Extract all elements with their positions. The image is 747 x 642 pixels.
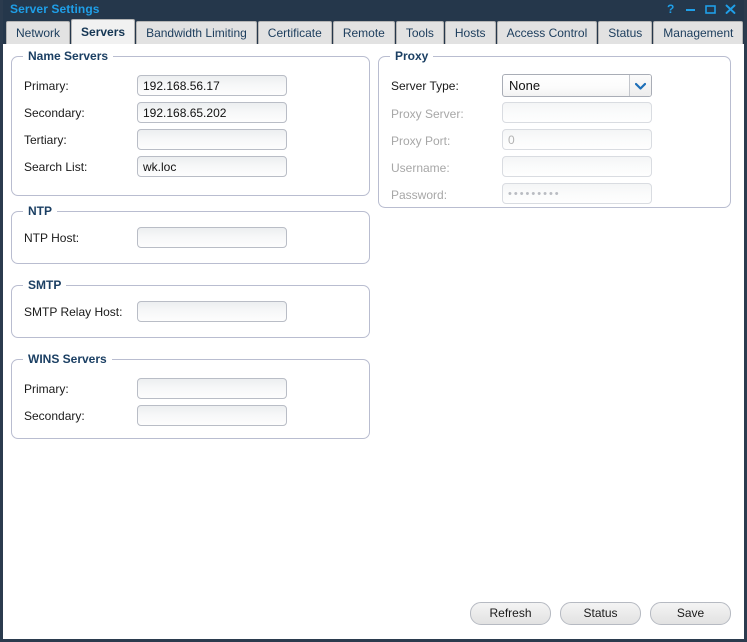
name-servers-tertiary-label: Tertiary:	[24, 133, 67, 147]
settings-content: Name Servers Primary: Secondary: Tertiar…	[3, 44, 744, 636]
help-icon[interactable]: ?	[665, 3, 676, 15]
window-controls: ?	[665, 3, 738, 15]
status-button[interactable]: Status	[560, 602, 641, 625]
tab-bar: Network Servers Bandwidth Limiting Certi…	[3, 18, 744, 44]
smtp-relay-host-row: SMTP Relay Host:	[24, 301, 122, 322]
wins-primary-label: Primary:	[24, 382, 69, 396]
smtp-panel: SMTP SMTP Relay Host:	[11, 285, 370, 338]
tab-certificate[interactable]: Certificate	[258, 21, 332, 44]
proxy-port-input[interactable]	[502, 129, 652, 150]
tab-status[interactable]: Status	[598, 21, 652, 44]
ntp-host-row: NTP Host:	[24, 227, 79, 248]
name-servers-legend: Name Servers	[23, 49, 113, 63]
proxy-server-input[interactable]	[502, 102, 652, 123]
smtp-relay-host-label: SMTP Relay Host:	[24, 305, 122, 319]
wins-secondary-input[interactable]	[137, 405, 287, 426]
proxy-port-label: Proxy Port:	[391, 134, 450, 148]
tab-tools[interactable]: Tools	[396, 21, 444, 44]
wins-primary-input[interactable]	[137, 378, 287, 399]
wins-secondary-row: Secondary:	[24, 405, 85, 426]
name-servers-panel: Name Servers Primary: Secondary: Tertiar…	[11, 56, 370, 196]
tab-management[interactable]: Management	[653, 21, 743, 44]
window-title: Server Settings	[10, 2, 100, 16]
proxy-password-input[interactable]	[502, 183, 652, 204]
proxy-panel: Proxy Server Type: None Proxy Server: Pr…	[378, 56, 731, 208]
ntp-panel: NTP NTP Host:	[11, 211, 370, 264]
proxy-server-type-value: None	[503, 78, 629, 93]
name-servers-tertiary-input[interactable]	[137, 129, 287, 150]
maximize-icon[interactable]	[705, 3, 716, 15]
name-servers-primary-label: Primary:	[24, 79, 69, 93]
name-servers-search-list-row: Search List:	[24, 156, 87, 177]
ntp-host-label: NTP Host:	[24, 231, 79, 245]
proxy-password-label: Password:	[391, 188, 447, 202]
wins-primary-row: Primary:	[24, 378, 69, 399]
smtp-legend: SMTP	[23, 278, 66, 292]
proxy-legend: Proxy	[390, 49, 433, 63]
name-servers-search-list-label: Search List:	[24, 160, 87, 174]
tab-bandwidth-limiting[interactable]: Bandwidth Limiting	[136, 21, 257, 44]
name-servers-secondary-row: Secondary:	[24, 102, 85, 123]
wins-secondary-label: Secondary:	[24, 409, 85, 423]
wins-servers-panel: WINS Servers Primary: Secondary:	[11, 359, 370, 439]
proxy-server-type-label: Server Type:	[391, 79, 459, 93]
name-servers-secondary-label: Secondary:	[24, 106, 85, 120]
tab-servers[interactable]: Servers	[71, 19, 135, 44]
wins-servers-legend: WINS Servers	[23, 352, 112, 366]
name-servers-tertiary-row: Tertiary:	[24, 129, 67, 150]
refresh-button[interactable]: Refresh	[470, 602, 551, 625]
ntp-host-input[interactable]	[137, 227, 287, 248]
proxy-username-input[interactable]	[502, 156, 652, 177]
ntp-legend: NTP	[23, 204, 57, 218]
proxy-server-type-select[interactable]: None	[502, 74, 652, 97]
tab-remote[interactable]: Remote	[333, 21, 395, 44]
proxy-server-label: Proxy Server:	[391, 107, 464, 121]
name-servers-search-list-input[interactable]	[137, 156, 287, 177]
proxy-server-row: Proxy Server:	[391, 103, 464, 124]
name-servers-secondary-input[interactable]	[137, 102, 287, 123]
proxy-username-row: Username:	[391, 157, 450, 178]
proxy-password-row: Password:	[391, 184, 447, 205]
proxy-username-label: Username:	[391, 161, 450, 175]
name-servers-primary-row: Primary:	[24, 75, 69, 96]
action-button-bar: Refresh Status Save	[3, 602, 744, 625]
svg-text:?: ?	[667, 3, 674, 15]
save-button[interactable]: Save	[650, 602, 731, 625]
close-icon[interactable]	[725, 3, 736, 15]
chevron-down-icon[interactable]	[629, 75, 651, 96]
server-settings-window: Server Settings ? Network Servers Bandwi…	[0, 0, 747, 642]
tab-access-control[interactable]: Access Control	[497, 21, 598, 44]
tab-network[interactable]: Network	[6, 21, 70, 44]
smtp-relay-host-input[interactable]	[137, 301, 287, 322]
minimize-icon[interactable]	[685, 3, 696, 15]
title-bar: Server Settings ?	[3, 0, 744, 18]
name-servers-primary-input[interactable]	[137, 75, 287, 96]
proxy-server-type-row: Server Type:	[391, 75, 459, 96]
proxy-port-row: Proxy Port:	[391, 130, 450, 151]
tab-hosts[interactable]: Hosts	[445, 21, 496, 44]
